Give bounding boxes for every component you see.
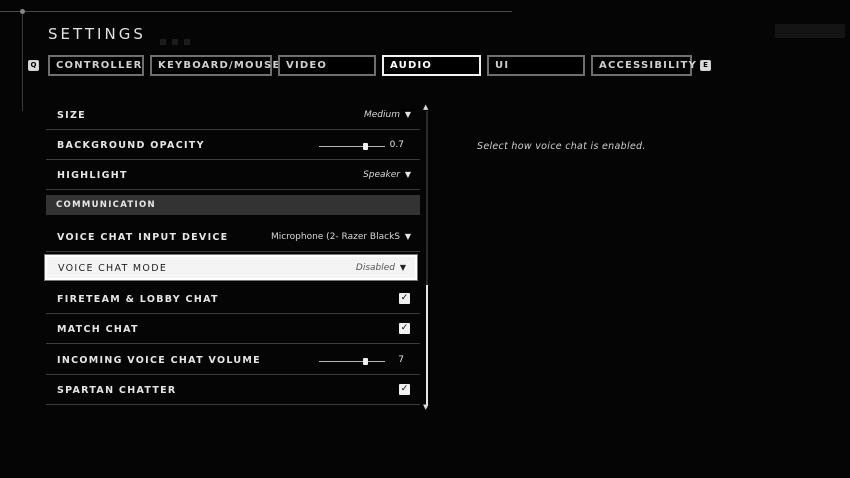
- frame-dot: [20, 9, 25, 14]
- chevron-down-icon: ▼: [404, 110, 411, 119]
- setting-label: SPARTAN CHATTER: [57, 385, 177, 396]
- setting-row-highlight[interactable]: HIGHLIGHT Speaker ▼: [46, 160, 420, 190]
- dropdown-value: Disabled: [355, 263, 395, 273]
- tab-right-bumper-icon[interactable]: E: [700, 60, 711, 71]
- section-header-communication: COMMUNICATION: [46, 195, 420, 215]
- chevron-down-icon: ▼: [404, 170, 411, 179]
- tab-ui[interactable]: UI: [487, 55, 585, 76]
- scroll-up-arrow-icon[interactable]: ▲: [423, 103, 428, 111]
- setting-row-background-opacity[interactable]: BACKGROUND OPACITY 0.7: [46, 130, 420, 160]
- slider-thumb[interactable]: [362, 143, 368, 150]
- setting-row-spartan-chatter[interactable]: SPARTAN CHATTER ✓: [46, 375, 420, 405]
- chevron-down-icon: ▼: [404, 232, 411, 241]
- frame-line-top: [0, 11, 512, 12]
- checkbox-checked-icon[interactable]: ✓: [399, 293, 410, 304]
- tab-left-bumper-icon[interactable]: Q: [28, 60, 39, 71]
- setting-label: INCOMING VOICE CHAT VOLUME: [57, 355, 261, 366]
- setting-label: HIGHLIGHT: [57, 170, 128, 181]
- chevron-down-icon: ▼: [399, 263, 406, 272]
- slider-value: 7: [398, 355, 404, 365]
- setting-label: MATCH CHAT: [57, 324, 139, 335]
- tab-audio[interactable]: AUDIO: [382, 55, 481, 76]
- setting-label: SIZE: [57, 110, 86, 121]
- setting-row-size[interactable]: SIZE Medium ▼: [46, 100, 420, 130]
- scroll-down-arrow-icon[interactable]: ▼: [423, 403, 428, 411]
- page-title: SETTINGS: [48, 25, 146, 43]
- section-label: COMMUNICATION: [56, 200, 156, 210]
- title-decoration: [160, 30, 200, 45]
- slider-thumb[interactable]: [362, 358, 368, 365]
- tab-controller[interactable]: CONTROLLER: [48, 55, 144, 76]
- checkbox-checked-icon[interactable]: ✓: [399, 384, 410, 395]
- dropdown-value: Microphone (2- Razer BlackS: [270, 232, 400, 242]
- tab-video[interactable]: VIDEO: [278, 55, 376, 76]
- tab-keyboard-mouse[interactable]: KEYBOARD/MOUSE: [150, 55, 279, 76]
- setting-row-match-chat[interactable]: MATCH CHAT ✓: [46, 314, 420, 344]
- setting-description: Select how voice chat is enabled.: [477, 141, 646, 152]
- setting-label: VOICE CHAT MODE: [58, 263, 168, 274]
- slider-value: 0.7: [389, 140, 404, 150]
- tab-accessibility[interactable]: ACCESSIBILITY: [591, 55, 696, 76]
- background-ghost-panel: [775, 24, 845, 38]
- setting-label: VOICE CHAT INPUT DEVICE: [57, 232, 229, 243]
- frame-line-left: [22, 11, 23, 111]
- slider-track[interactable]: [319, 146, 385, 147]
- setting-row-fireteam-lobby-chat[interactable]: FIRETEAM & LOBBY CHAT ✓: [46, 284, 420, 314]
- dropdown-value: Medium: [364, 110, 400, 120]
- scrollbar-thumb[interactable]: [426, 285, 428, 406]
- setting-row-incoming-voice-volume[interactable]: INCOMING VOICE CHAT VOLUME 7: [46, 345, 420, 375]
- setting-row-voice-chat-mode[interactable]: VOICE CHAT MODE Disabled ▼: [45, 255, 417, 280]
- slider-track[interactable]: [319, 361, 385, 362]
- dropdown-value: Speaker: [363, 170, 400, 180]
- checkbox-checked-icon[interactable]: ✓: [399, 323, 410, 334]
- setting-label: FIRETEAM & LOBBY CHAT: [57, 294, 219, 305]
- setting-label: BACKGROUND OPACITY: [57, 140, 205, 151]
- setting-row-voice-input-device[interactable]: VOICE CHAT INPUT DEVICE Microphone (2- R…: [46, 222, 420, 252]
